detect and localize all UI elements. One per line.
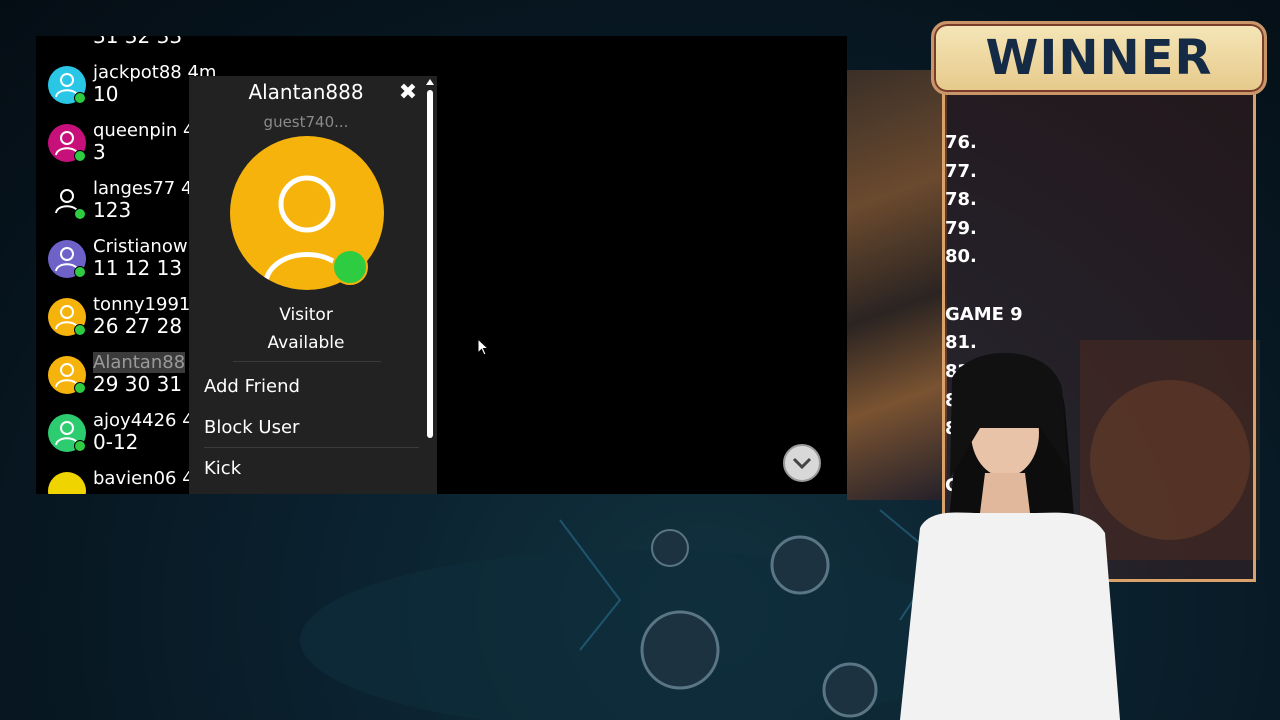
user-numbers: 10: [93, 82, 119, 106]
online-status-dot: [74, 92, 86, 104]
user-avatar: [48, 472, 86, 494]
block-user-button[interactable]: Block User: [204, 417, 299, 438]
mouse-cursor-icon: [477, 337, 490, 360]
user-numbers: 3: [93, 140, 106, 164]
popup-user-role: Visitor: [279, 305, 333, 325]
online-status-dot: [74, 440, 86, 452]
chat-top-cut-text: 31 32 33: [93, 36, 183, 48]
online-status-dot: [74, 382, 86, 394]
user-numbers: 0-12: [93, 430, 139, 454]
user-numbers: 123: [93, 198, 132, 222]
user-numbers: 29 30 31: [93, 372, 183, 396]
user-name: Alantan88: [93, 352, 186, 373]
scroll-down-button[interactable]: [783, 444, 821, 482]
user-name: queenpin 4: [93, 120, 195, 141]
winner-line: 80.: [945, 246, 977, 267]
online-status-dot: [74, 150, 86, 162]
popup-user-id: guest740...: [263, 113, 349, 131]
online-status-dot: [332, 249, 368, 285]
winner-line: 78.: [945, 189, 977, 210]
winner-banner: WINNER: [931, 21, 1267, 95]
online-status-dot: [74, 208, 86, 220]
winner-line: 77.: [945, 161, 977, 182]
user-name: langes77 4: [93, 178, 193, 199]
kick-button[interactable]: Kick: [204, 458, 241, 479]
add-friend-button[interactable]: Add Friend: [204, 376, 300, 397]
close-icon[interactable]: ✖: [397, 82, 419, 104]
chevron-down-icon: [792, 457, 812, 470]
user-name: ajoy4426 4: [93, 410, 194, 431]
user-numbers: 26 27 28: [93, 314, 183, 338]
user-numbers: 11 12 13: [93, 256, 183, 280]
online-status-dot: [74, 324, 86, 336]
winner-line: 79.: [945, 218, 977, 239]
user-name: Cristianow: [93, 236, 188, 257]
divider: [233, 361, 381, 362]
user-name: tonny1991: [93, 294, 191, 315]
winner-line: 76.: [945, 132, 977, 153]
chat-panel: 31 32 33 jackpot88 4m 10 queenpin 4 3 la…: [36, 36, 847, 494]
popup-scrollbar[interactable]: [427, 90, 433, 438]
popup-user-name: Alantan888: [248, 80, 364, 104]
popup-user-status: Available: [267, 333, 345, 353]
user-profile-popup: Alantan888 ✖ guest740... Visitor Availab…: [189, 76, 437, 494]
presenter-video: [890, 348, 1130, 720]
online-status-dot: [74, 266, 86, 278]
winner-title: WINNER: [985, 30, 1213, 86]
divider: [204, 447, 419, 448]
user-name: bavien06 4: [93, 468, 194, 489]
winner-game-heading: GAME 9: [945, 304, 1023, 325]
scroll-up-arrow-icon[interactable]: [426, 79, 434, 85]
